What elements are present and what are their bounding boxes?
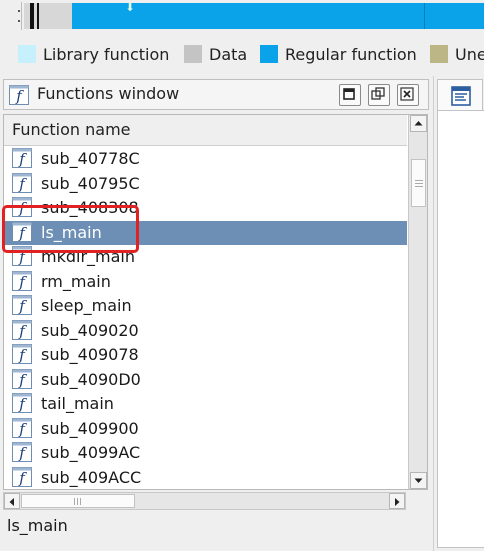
functions-window-titlebar[interactable]: f Functions window — [3, 79, 429, 110]
restore-button[interactable] — [339, 84, 361, 106]
legend-item-unexplored: Une — [430, 38, 484, 70]
legend-label: Regular function — [285, 44, 417, 64]
legend-swatch — [18, 45, 36, 63]
column-header-function-name[interactable]: Function name — [4, 115, 407, 146]
function-name: ls_main — [41, 222, 102, 242]
arrow-left-icon — [9, 498, 14, 506]
function-row[interactable]: f mkdir_main — [4, 245, 407, 269]
function-name: sub_4090D0 — [41, 369, 141, 389]
float-window-button[interactable] — [368, 84, 390, 106]
function-f-icon: f — [12, 172, 32, 193]
status-text: ls_main — [7, 516, 68, 535]
arrow-right-icon — [395, 498, 400, 506]
function-row[interactable]: f sub_409020 — [4, 319, 407, 343]
function-name: sub_40778C — [41, 149, 140, 168]
horizontal-scrollbar[interactable] — [3, 492, 406, 510]
close-button[interactable] — [397, 84, 419, 106]
function-name: sub_4099AC — [41, 443, 141, 462]
function-f-icon: f — [12, 295, 32, 315]
function-row[interactable]: f sleep_main — [4, 294, 407, 318]
legend-label: Une — [455, 44, 484, 64]
function-name: sub_409020 — [41, 320, 139, 340]
function-name: tail_main — [41, 394, 114, 413]
function-name: sub_409900 — [41, 418, 139, 438]
pseudocode-tab-icon — [451, 86, 471, 106]
function-f-icon: f — [12, 319, 32, 340]
function-row[interactable]: f sub_409ACC — [4, 466, 407, 490]
arrow-down-icon — [414, 478, 423, 483]
horizontal-scroll-thumb[interactable] — [21, 494, 135, 508]
vertical-scrollbar[interactable] — [408, 115, 427, 489]
function-f-icon: f — [12, 442, 32, 462]
pseudocode-tab[interactable] — [437, 79, 483, 111]
navigation-band[interactable]: ⬇ — [0, 0, 484, 33]
function-row[interactable]: f sub_40795C — [4, 172, 407, 196]
legend-item-regular-function: Regular function — [260, 38, 417, 70]
function-row[interactable]: f sub_409078 — [4, 343, 407, 367]
function-f-icon: f — [9, 85, 29, 105]
function-f-icon: f — [12, 197, 32, 217]
scroll-right-button[interactable] — [389, 493, 405, 509]
restore-icon — [343, 88, 355, 100]
function-f-icon: f — [12, 417, 32, 438]
function-name: rm_main — [41, 271, 111, 291]
legend-item-data: Data — [184, 38, 247, 70]
function-f-icon: f — [12, 344, 32, 364]
functions-window-title: Functions window — [37, 84, 180, 103]
legend-swatch — [260, 45, 278, 63]
function-f-icon: f — [12, 148, 32, 168]
function-row[interactable]: f ls_main — [4, 220, 407, 245]
legend-swatch — [184, 45, 202, 63]
legend-item-library-function: Library function — [18, 38, 169, 70]
functions-window: f Functions window Function name f sub_40… — [0, 76, 431, 551]
function-f-icon: f — [12, 270, 32, 291]
scroll-down-button[interactable] — [410, 472, 427, 489]
scroll-up-button[interactable] — [410, 115, 427, 132]
function-name: sub_408308 — [41, 198, 139, 217]
function-name: sub_40795C — [41, 173, 140, 193]
function-name: sleep_main — [41, 296, 132, 315]
function-row[interactable]: f sub_408308 — [4, 196, 407, 220]
function-row[interactable]: f sub_4090D0 — [4, 368, 407, 392]
function-f-icon: f — [12, 393, 32, 413]
function-row[interactable]: f rm_main — [4, 270, 407, 294]
function-row[interactable]: f tail_main — [4, 392, 407, 416]
legend-label: Library function — [43, 44, 170, 64]
float-window-icon — [371, 87, 385, 100]
function-list: f sub_40778C f sub_40795C f sub_408308 f ls_mai… — [4, 147, 407, 487]
navband-marker — [30, 3, 34, 29]
function-row[interactable]: f sub_4099AC — [4, 441, 407, 465]
function-f-icon: f — [12, 368, 32, 389]
navband-grip[interactable] — [12, 2, 22, 30]
function-row[interactable]: f sub_40778C — [4, 147, 407, 171]
scroll-left-button[interactable] — [4, 493, 20, 509]
vertical-scroll-thumb[interactable] — [411, 159, 426, 207]
function-f-icon: f — [12, 466, 32, 487]
function-name: sub_409ACC — [41, 467, 142, 487]
navband-marker — [37, 3, 39, 29]
navband-separator — [424, 3, 425, 29]
legend-label: Data — [209, 44, 248, 64]
close-icon — [400, 87, 414, 101]
function-name: sub_409078 — [41, 345, 139, 364]
function-name: mkdir_main — [41, 247, 136, 266]
functions-table: Function name f sub_40778C f sub_40795C f sub… — [3, 114, 428, 490]
function-f-icon: f — [12, 221, 32, 242]
arrow-up-icon — [414, 121, 423, 126]
right-panel — [433, 76, 484, 551]
function-row[interactable]: f sub_409900 — [4, 417, 407, 441]
function-f-icon: f — [12, 246, 32, 266]
current-position-arrow-icon: ⬇ — [125, 1, 135, 14]
legend-swatch — [430, 45, 448, 63]
column-header-label: Function name — [12, 120, 131, 139]
pseudocode-view[interactable] — [437, 110, 484, 548]
navband-legend: Library function Data Regular function U… — [0, 38, 484, 70]
